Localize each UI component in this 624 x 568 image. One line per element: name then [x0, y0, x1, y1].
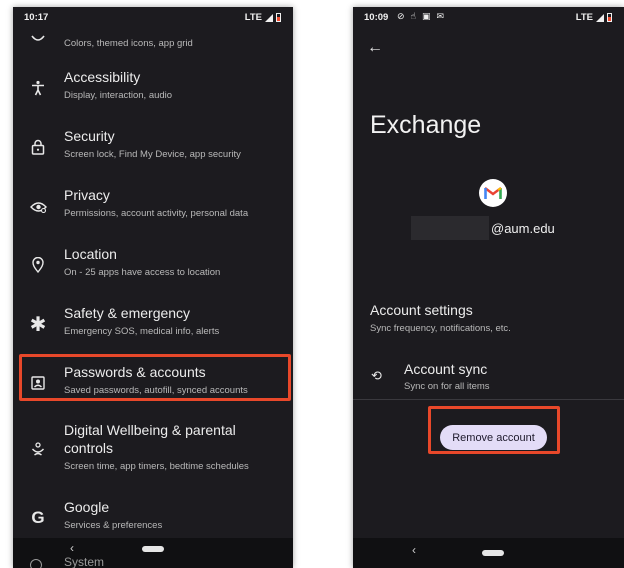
settings-item-digital-wellbeing[interactable]: Digital Wellbeing & parental controls Sc… [13, 420, 293, 484]
nav-home-pill[interactable] [142, 546, 164, 552]
settings-item-title: Safety & emergency [64, 305, 191, 321]
settings-item-sub: Emergency SOS, medical info, alerts [64, 326, 220, 337]
accessibility-icon [28, 78, 48, 98]
settings-item-privacy[interactable]: Privacy Permissions, account activity, p… [13, 185, 293, 231]
account-screen: 10:09 ⊘ ☝ ▣ ✉ LTE ← Exchange @aum.edu Ac… [353, 7, 624, 568]
hand-icon: ☝ [410, 11, 417, 21]
nav-home-pill[interactable] [482, 550, 504, 556]
check-circle-icon: ⊘ [397, 11, 405, 21]
settings-item-title: Location [64, 246, 117, 262]
account-sync-sub: Sync on for all items [404, 381, 490, 392]
network-label: LTE [575, 12, 593, 23]
highlight-box [428, 406, 560, 454]
settings-item-title: Google [64, 499, 110, 515]
wellbeing-icon [28, 440, 48, 460]
settings-item-sub: Screen time, app timers, bedtime schedul… [64, 461, 249, 472]
settings-item-sub: On - 25 apps have access to location [64, 267, 221, 278]
location-pin-icon [28, 255, 48, 275]
lock-icon [28, 137, 48, 157]
navigation-bar: ‹ [353, 538, 624, 568]
settings-item-title: Privacy [64, 187, 110, 203]
page-title: Exchange [370, 111, 482, 139]
signal-icon [265, 13, 273, 22]
calendar-icon: ▣ [422, 11, 431, 21]
settings-item-sub: Screen lock, Find My Device, app securit… [64, 149, 241, 160]
navigation-bar: ‹ System [13, 538, 293, 568]
status-time: 10:17 [24, 12, 49, 23]
settings-item-title: Accessibility [64, 69, 141, 85]
message-icon: ✉ [436, 11, 445, 21]
divider [353, 399, 624, 400]
settings-item-title: Security [64, 128, 115, 144]
status-time: 10:09 [364, 12, 389, 23]
nav-back-button[interactable]: ‹ [70, 541, 74, 555]
settings-item-accessibility[interactable]: Accessibility Display, interaction, audi… [13, 67, 293, 113]
sync-icon: ⟲ [371, 368, 382, 383]
back-arrow-icon[interactable]: ← [367, 39, 383, 57]
settings-item-wallpaper[interactable]: Colors, themed icons, app grid [13, 23, 293, 51]
account-settings-sub: Sync frequency, notifications, etc. [370, 323, 511, 334]
status-bar: 10:09 ⊘ ☝ ▣ ✉ LTE [353, 7, 624, 25]
privacy-eye-icon [28, 197, 48, 217]
highlight-box [19, 354, 291, 401]
signal-icon [596, 13, 604, 22]
settings-screen: 10:17 LTE Colors, themed icons, app grid… [13, 7, 293, 568]
nav-back-button[interactable]: ‹ [412, 543, 416, 557]
settings-item-sub: Colors, themed icons, app grid [64, 38, 193, 49]
settings-item-sub: Display, interaction, audio [64, 90, 173, 101]
account-sync-title: Account sync [404, 361, 488, 377]
settings-item-google[interactable]: G Google Services & preferences [13, 497, 293, 543]
settings-item-security[interactable]: Security Screen lock, Find My Device, ap… [13, 126, 293, 172]
asterisk-icon: ✱ [29, 313, 47, 336]
settings-item-system-partial[interactable]: System [64, 555, 104, 568]
info-icon [30, 559, 42, 568]
network-label: LTE [244, 12, 262, 23]
settings-item-title: Digital Wellbeing & parental [64, 422, 236, 438]
redacted-email-box [411, 216, 489, 240]
battery-icon [276, 13, 281, 22]
settings-item-title: controls [64, 440, 114, 456]
settings-item-location[interactable]: Location On - 25 apps have access to loc… [13, 244, 293, 290]
battery-icon [607, 13, 612, 22]
settings-item-sub: Permissions, account activity, personal … [64, 208, 249, 219]
account-email: @aum.edu [491, 221, 555, 236]
settings-item-safety[interactable]: ✱ Safety & emergency Emergency SOS, medi… [13, 303, 293, 349]
account-settings-title: Account settings [370, 302, 473, 318]
palette-icon [28, 29, 48, 49]
gmail-icon [479, 179, 507, 207]
settings-item-sub: Services & preferences [64, 520, 163, 531]
google-g-icon: G [31, 508, 45, 527]
